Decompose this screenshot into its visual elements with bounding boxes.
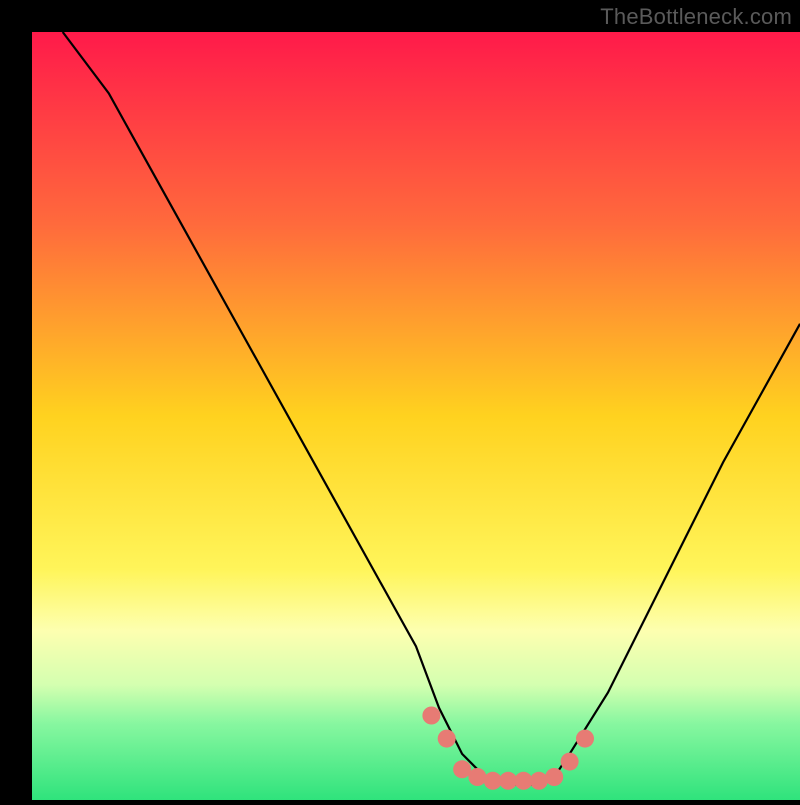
- highlight-dot: [453, 760, 471, 778]
- highlight-dot: [422, 707, 440, 725]
- highlight-dot: [561, 753, 579, 771]
- highlight-dot: [438, 730, 456, 748]
- highlight-dot: [515, 772, 533, 790]
- plot-background: [32, 32, 800, 800]
- highlight-dot: [484, 772, 502, 790]
- bottleneck-chart: TheBottleneck.com: [0, 0, 800, 800]
- highlight-dot: [545, 768, 563, 786]
- watermark-text: TheBottleneck.com: [600, 4, 792, 30]
- highlight-dot: [468, 768, 486, 786]
- chart-svg: [0, 0, 800, 800]
- highlight-dot: [530, 772, 548, 790]
- highlight-dot: [576, 730, 594, 748]
